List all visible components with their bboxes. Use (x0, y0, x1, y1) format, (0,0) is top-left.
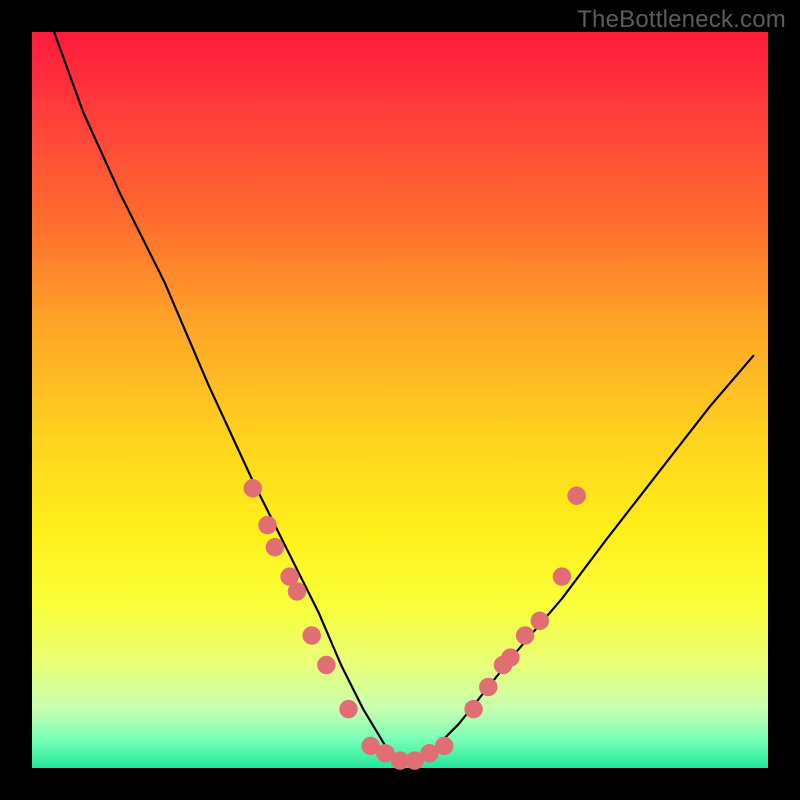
data-point-right-cluster-7 (553, 568, 571, 586)
plot-area (32, 32, 768, 768)
data-point-left-cluster-2 (259, 516, 277, 534)
data-point-right-cluster-1 (465, 700, 483, 718)
data-point-right-outlier (568, 487, 586, 505)
bottleneck-curve (54, 32, 753, 761)
data-point-left-cluster-5 (288, 582, 306, 600)
chart-svg (32, 32, 768, 768)
watermark-text: TheBottleneck.com (577, 6, 786, 34)
data-point-right-cluster-2 (479, 678, 497, 696)
data-point-right-cluster-5 (516, 627, 534, 645)
data-points-group (244, 479, 586, 769)
data-point-right-cluster-4 (501, 649, 519, 667)
data-point-bottom-6 (435, 737, 453, 755)
data-point-left-cluster-7 (317, 656, 335, 674)
data-point-left-cluster-1 (244, 479, 262, 497)
data-point-right-cluster-6 (531, 612, 549, 630)
data-point-left-cluster-6 (303, 627, 321, 645)
chart-frame: TheBottleneck.com (0, 0, 800, 800)
data-point-left-cluster-3 (266, 538, 284, 556)
data-point-left-cluster-8 (340, 700, 358, 718)
